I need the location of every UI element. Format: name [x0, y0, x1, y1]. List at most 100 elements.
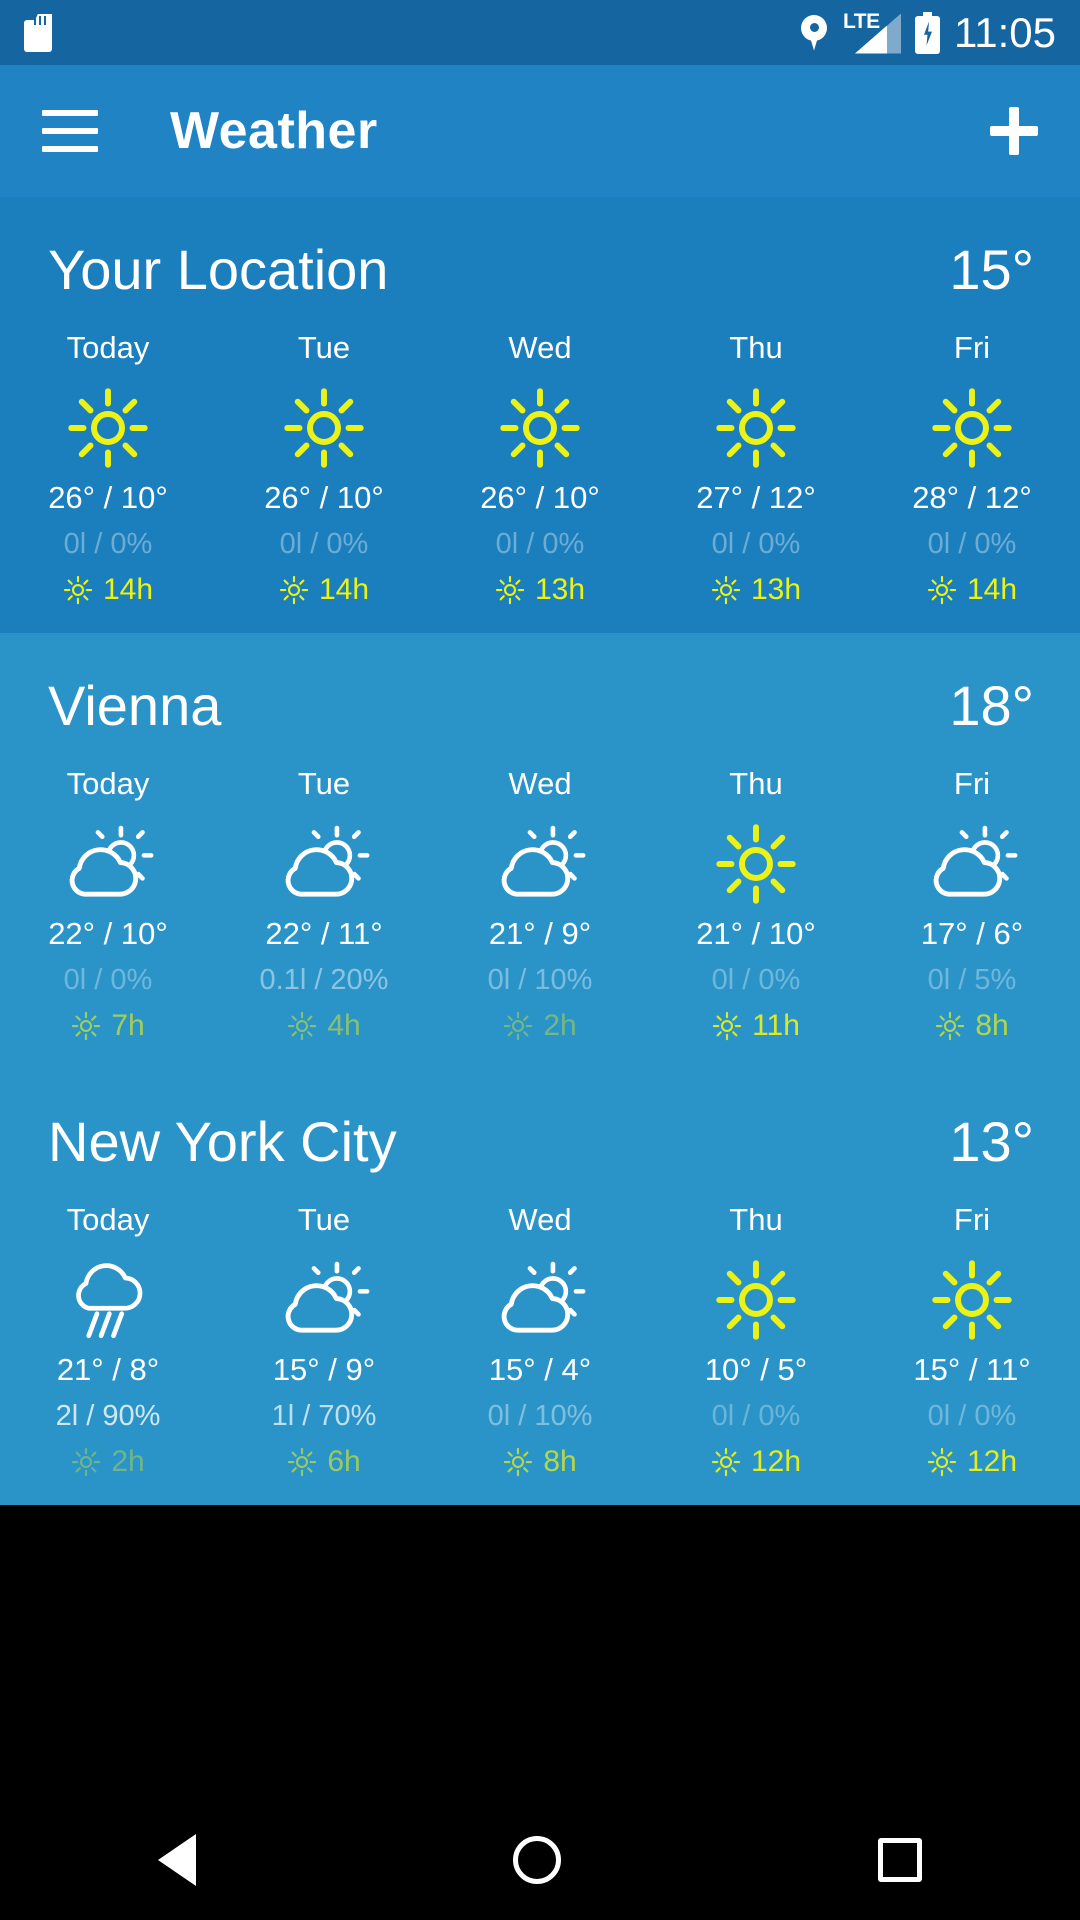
day-precipitation: 0l / 5%: [927, 964, 1017, 996]
mini-sun-icon: [503, 1447, 533, 1477]
day-sunshine-hours: 13h: [534, 573, 586, 606]
day-temperatures: 22° / 11°: [265, 916, 383, 951]
day-sunshine: 14h: [63, 573, 153, 607]
forecast-day[interactable]: Wed 26° / 10° 0l / 0% 13h: [432, 330, 648, 607]
forecast-day[interactable]: Today 21° / 8° 2l / 90% 2h: [0, 1202, 216, 1479]
forecast-day[interactable]: Tue 22° / 11° 0.1l / 20% 4h: [216, 766, 432, 1043]
sd-card-icon: [24, 13, 52, 52]
day-label: Tue: [297, 330, 351, 365]
day-sunshine-hours: 14h: [966, 573, 1018, 606]
day-precipitation: 0l / 0%: [279, 528, 369, 560]
forecast-day[interactable]: Today 26° / 10° 0l / 0% 14h: [0, 330, 216, 607]
day-sunshine: 11h: [712, 1009, 800, 1043]
forecast-day[interactable]: Today 22° / 10° 0l / 0% 7h: [0, 766, 216, 1043]
forecast-day[interactable]: Wed 21° / 9° 0l / 10% 2h: [432, 766, 648, 1043]
forecast-day[interactable]: Thu 21° / 10° 0l / 0% 11h: [648, 766, 864, 1043]
day-temperatures: 15° / 9°: [272, 1352, 376, 1387]
forecast-day[interactable]: Fri 17° / 6° 0l / 5% 8h: [864, 766, 1080, 1043]
day-precipitation: 0l / 0%: [63, 528, 153, 560]
recents-nav-icon[interactable]: [877, 1838, 922, 1882]
day-temperatures: 15° / 4°: [488, 1352, 592, 1387]
day-label: Thu: [729, 766, 783, 801]
forecast-day[interactable]: Fri 28° / 12° 0l / 0% 14h: [864, 330, 1080, 607]
day-precipitation: 0l / 0%: [927, 1400, 1017, 1432]
forecast-day[interactable]: Tue 15° / 9° 1l / 70% 6h: [216, 1202, 432, 1479]
back-nav-icon[interactable]: [158, 1834, 197, 1886]
day-sunshine-hours: 2h: [111, 1445, 145, 1478]
city-card[interactable]: Vienna 18° Today 22° / 10° 0l / 0% 7h Tue 22° /…: [0, 633, 1080, 1069]
day-temperatures: 26° / 10°: [264, 480, 384, 515]
day-precipitation: 0l / 0%: [495, 528, 585, 560]
day-temperatures: 26° / 10°: [48, 480, 168, 515]
sun-icon: [714, 382, 798, 474]
day-sunshine-hours: 14h: [318, 573, 370, 606]
forecast-day[interactable]: Thu 10° / 5° 0l / 0% 12h: [648, 1202, 864, 1479]
day-sunshine: 14h: [279, 573, 369, 607]
day-temperatures: 26° / 10°: [480, 480, 600, 515]
sun-icon: [714, 818, 798, 910]
android-navigation-bar: [0, 1800, 1080, 1920]
mini-sun-icon: [927, 575, 957, 605]
day-sunshine-hours: 12h: [750, 1445, 802, 1478]
mini-sun-icon: [279, 575, 309, 605]
rain-icon: [64, 1254, 152, 1346]
day-sunshine-hours: 14h: [102, 573, 154, 606]
mini-sun-icon: [495, 575, 525, 605]
hamburger-menu-icon[interactable]: [42, 110, 98, 152]
day-temperatures: 15° / 11°: [913, 1352, 1031, 1387]
city-card[interactable]: New York City 13° Today 21° / 8° 2l / 90% 2h T…: [0, 1069, 1080, 1505]
city-header: New York City 13°: [0, 1109, 1080, 1174]
city-name: Vienna: [48, 674, 222, 737]
day-sunshine: 12h: [711, 1445, 801, 1479]
day-label: Fri: [953, 330, 991, 365]
forecast-day[interactable]: Fri 15° / 11° 0l / 0% 12h: [864, 1202, 1080, 1479]
day-precipitation: 0l / 10%: [487, 964, 593, 996]
day-sunshine: 2h: [503, 1009, 577, 1043]
day-precipitation: 0l / 0%: [927, 528, 1017, 560]
day-sunshine-hours: 4h: [327, 1009, 361, 1042]
phone-screen: LTE 11:05 Weather Your Location 15° Today 2…: [0, 0, 1080, 1920]
status-bar-right: LTE 11:05: [801, 9, 1056, 57]
day-temperatures: 22° / 10°: [48, 916, 168, 951]
day-label: Fri: [953, 766, 991, 801]
sun-icon: [498, 382, 582, 474]
city-current-temperature: 18°: [949, 674, 1034, 737]
city-card[interactable]: Your Location 15° Today 26° / 10° 0l / 0% 14h…: [0, 197, 1080, 633]
battery-charging-icon: [915, 11, 940, 54]
day-label: Wed: [508, 766, 572, 801]
day-sunshine-hours: 7h: [111, 1009, 145, 1042]
sun-icon: [66, 382, 150, 474]
day-sunshine-hours: 12h: [966, 1445, 1018, 1478]
day-label: Tue: [297, 766, 351, 801]
sun-icon: [282, 382, 366, 474]
day-precipitation: 2l / 90%: [55, 1400, 161, 1432]
city-name: Your Location: [48, 238, 389, 301]
mini-sun-icon: [287, 1447, 317, 1477]
sun-icon: [930, 382, 1014, 474]
day-sunshine-hours: 13h: [750, 573, 802, 606]
day-sunshine-hours: 8h: [543, 1445, 577, 1478]
mini-sun-icon: [712, 1011, 742, 1041]
lte-signal-icon: LTE: [841, 10, 901, 54]
forecast-row: Today 21° / 8° 2l / 90% 2h Tue 15° / 9° 1l / 7…: [0, 1202, 1080, 1479]
home-nav-icon[interactable]: [512, 1836, 561, 1884]
city-header: Your Location 15°: [0, 237, 1080, 302]
forecast-day[interactable]: Thu 27° / 12° 0l / 0% 13h: [648, 330, 864, 607]
forecast-day[interactable]: Wed 15° / 4° 0l / 10% 8h: [432, 1202, 648, 1479]
day-sunshine-hours: 11h: [752, 1009, 800, 1042]
partly-cloudy-icon: [62, 818, 154, 910]
day-label: Wed: [508, 330, 572, 365]
mini-sun-icon: [503, 1011, 533, 1041]
mini-sun-icon: [71, 1011, 101, 1041]
day-sunshine: 14h: [927, 573, 1017, 607]
day-label: Wed: [508, 1202, 572, 1237]
city-current-temperature: 13°: [949, 1110, 1034, 1173]
day-temperatures: 27° / 12°: [696, 480, 816, 515]
day-precipitation: 0l / 10%: [487, 1400, 593, 1432]
forecast-day[interactable]: Tue 26° / 10° 0l / 0% 14h: [216, 330, 432, 607]
app-bar: Weather: [0, 65, 1080, 197]
plus-icon[interactable]: [990, 107, 1038, 155]
day-sunshine-hours: 8h: [975, 1009, 1009, 1042]
day-sunshine: 2h: [71, 1445, 145, 1479]
day-label: Today: [66, 766, 150, 801]
